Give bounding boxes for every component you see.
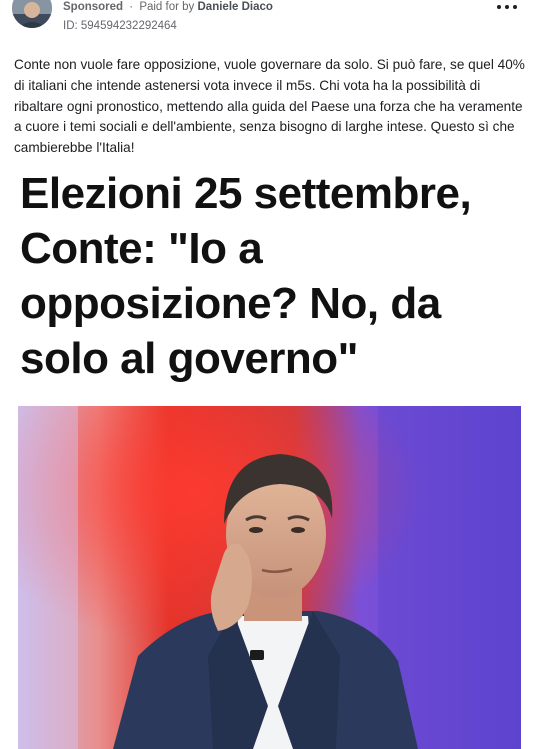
headline-line: Elezioni 25 settembre, [20,169,472,218]
headline-line: solo al governo" [20,334,359,383]
more-options-button[interactable] [495,0,519,18]
headline-line: Conte: "Io a [20,224,263,273]
ad-creative-image[interactable]: Elezioni 25 settembre, Conte: "Io a oppo… [18,162,521,749]
sponsored-label: Sponsored [63,1,124,13]
paid-for-prefix: Paid for by [139,1,195,13]
sponsored-line: Sponsored · Paid for by Daniele Diaco [63,1,273,13]
post-header: Sponsored · Paid for by Daniele Diaco ID… [0,0,539,44]
ad-post: Sponsored · Paid for by Daniele Diaco ID… [0,0,539,749]
post-body-text: Conte non vuole fare opposizione, vuole … [14,57,525,156]
creative-photo [18,406,521,749]
payer-name[interactable]: Daniele Diaco [198,1,273,13]
headline-line: opposizione? No, da [20,279,441,328]
avatar[interactable] [12,0,52,28]
separator: · [129,1,134,13]
creative-headline: Elezioni 25 settembre, Conte: "Io a oppo… [20,166,521,386]
ad-id: ID: 594594232292464 [63,20,177,32]
